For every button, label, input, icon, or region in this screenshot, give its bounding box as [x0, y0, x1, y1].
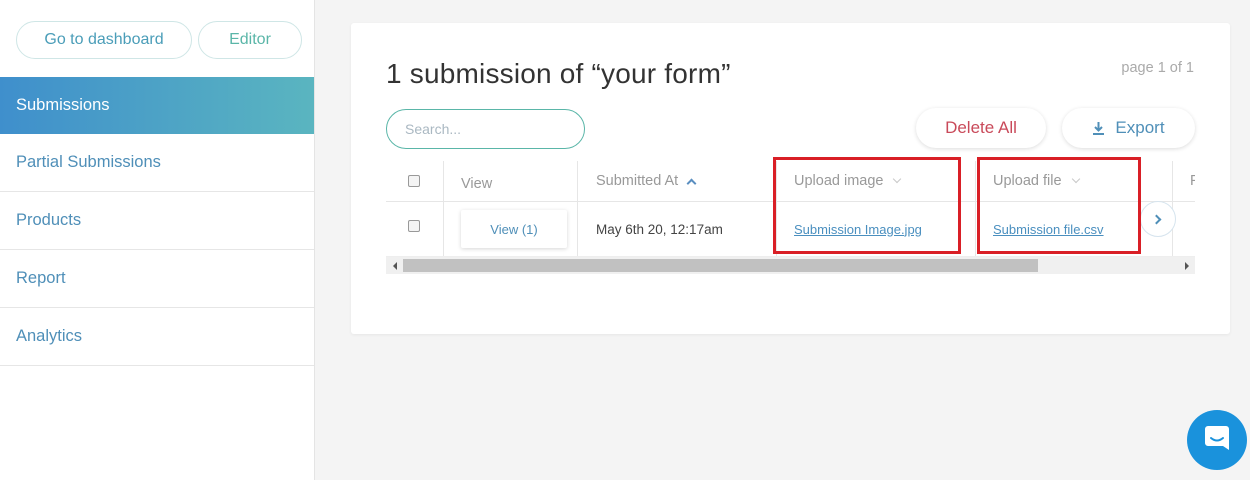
- sort-up-icon[interactable]: [686, 178, 697, 188]
- column-divider: [776, 202, 777, 256]
- sidebar-item-analytics[interactable]: Analytics: [0, 308, 314, 366]
- sidebar-item-report[interactable]: Report: [0, 250, 314, 308]
- sidebar-item-partial-submissions[interactable]: Partial Submissions: [0, 134, 314, 192]
- header-upload-image[interactable]: Upload image: [794, 161, 902, 201]
- column-divider: [443, 161, 444, 201]
- scrollbar-thumb[interactable]: [403, 259, 1038, 272]
- chevron-right-icon: [1151, 214, 1162, 224]
- download-icon: [1092, 121, 1105, 136]
- column-divider: [975, 202, 976, 256]
- scroll-right-button[interactable]: [1140, 201, 1176, 237]
- triangle-right-icon: [1184, 261, 1189, 270]
- column-divider: [577, 161, 578, 201]
- header-upload-file[interactable]: Upload file: [993, 161, 1080, 201]
- delete-all-button[interactable]: Delete All: [916, 108, 1046, 148]
- table-row: View (1) May 6th 20, 12:17am Submission …: [386, 202, 1195, 257]
- header-upload-image-label: Upload image: [794, 173, 884, 189]
- sidebar: Go to dashboard Editor Submissions Parti…: [0, 0, 315, 480]
- view-submission-button[interactable]: View (1): [461, 210, 567, 248]
- scroll-left-arrow[interactable]: [386, 257, 403, 274]
- export-label: Export: [1115, 118, 1165, 137]
- search-input[interactable]: [386, 109, 585, 149]
- header-partial-column: F: [1190, 173, 1195, 189]
- chat-icon: [1202, 423, 1232, 458]
- select-all-cell: [408, 161, 420, 201]
- page-indicator: page 1 of 1: [1121, 60, 1194, 76]
- submissions-table: View Submitted At Upload image Upload fi…: [386, 161, 1195, 257]
- column-divider: [776, 161, 777, 201]
- chevron-down-icon[interactable]: [1071, 174, 1080, 184]
- header-view: View: [461, 176, 493, 192]
- column-divider: [1172, 161, 1173, 201]
- editor-button[interactable]: Editor: [198, 21, 302, 59]
- upload-image-cell: Submission Image.jpg: [794, 202, 922, 256]
- sidebar-item-submissions[interactable]: Submissions: [0, 77, 314, 134]
- table-header: View Submitted At Upload image Upload fi…: [386, 161, 1195, 202]
- chevron-down-icon[interactable]: [893, 174, 902, 184]
- horizontal-scrollbar[interactable]: [386, 257, 1195, 274]
- column-divider: [975, 161, 976, 201]
- header-submitted-at-label: Submitted At: [596, 173, 679, 189]
- chat-launcher-button[interactable]: [1187, 410, 1247, 470]
- column-divider: [443, 202, 444, 256]
- submitted-at-value: May 6th 20, 12:17am: [596, 221, 723, 237]
- scroll-right-arrow[interactable]: [1178, 257, 1195, 274]
- triangle-left-icon: [392, 261, 397, 270]
- sidebar-nav: Submissions Partial Submissions Products…: [0, 77, 314, 366]
- export-button[interactable]: Export: [1062, 108, 1195, 148]
- submissions-card: 1 submission of “your form” page 1 of 1 …: [351, 23, 1230, 334]
- header-submitted-at[interactable]: Submitted At: [596, 161, 697, 201]
- row-select-cell: [408, 202, 420, 256]
- column-divider: [577, 202, 578, 256]
- header-upload-file-label: Upload file: [993, 173, 1062, 189]
- upload-file-link[interactable]: Submission file.csv: [993, 222, 1104, 237]
- row-checkbox[interactable]: [408, 220, 420, 232]
- select-all-checkbox[interactable]: [408, 175, 420, 187]
- upload-image-link[interactable]: Submission Image.jpg: [794, 222, 922, 237]
- sidebar-item-products[interactable]: Products: [0, 192, 314, 250]
- upload-file-cell: Submission file.csv: [993, 202, 1104, 256]
- go-to-dashboard-button[interactable]: Go to dashboard: [16, 21, 192, 59]
- page-title: 1 submission of “your form”: [386, 58, 731, 89]
